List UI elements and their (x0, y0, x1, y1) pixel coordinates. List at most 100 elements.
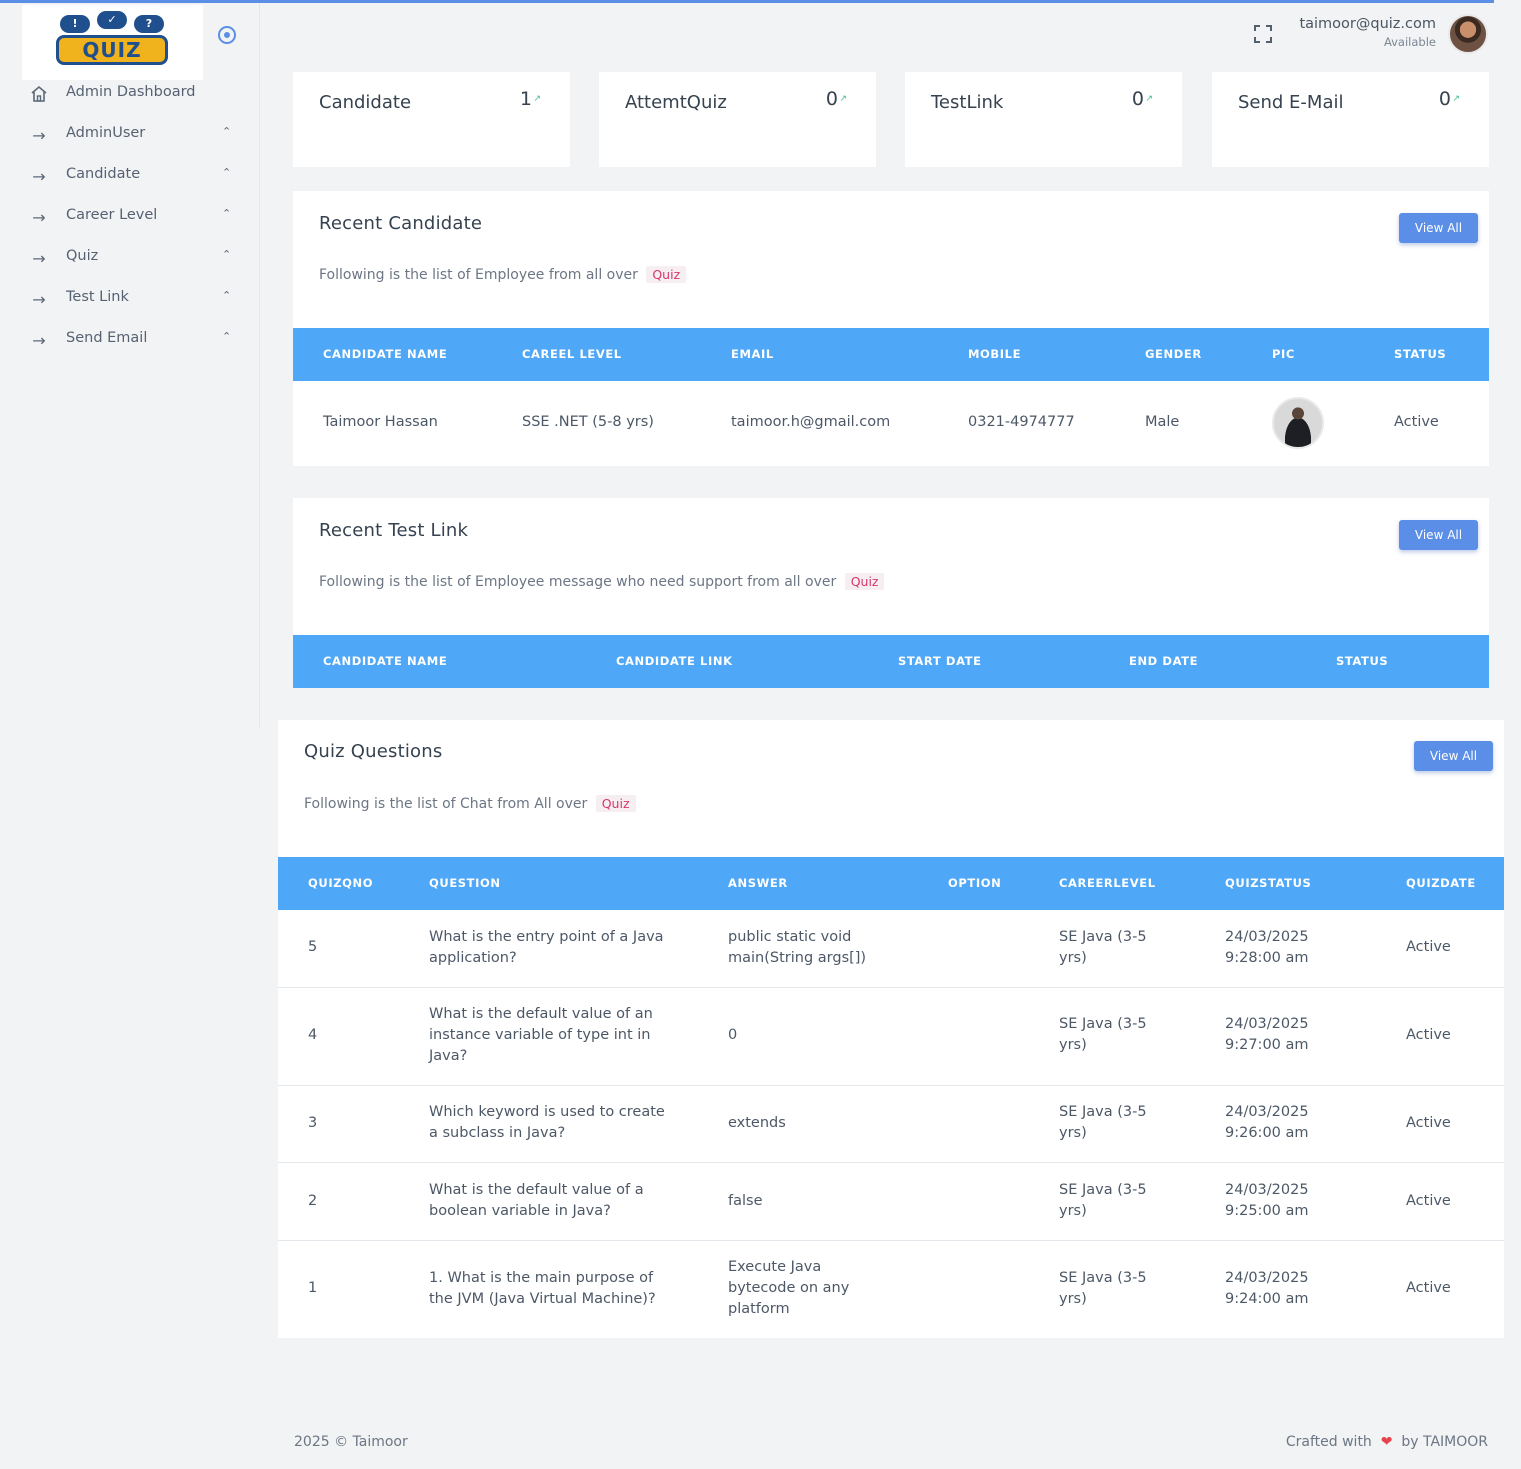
candidate-email: taimoor.h@gmail.com (731, 414, 891, 430)
chevron-up-icon: ⌃ (222, 248, 232, 261)
question-text: Which keyword is used to create a subclas… (429, 1104, 665, 1141)
column-header[interactable]: STATUS (1394, 347, 1446, 361)
sidebar-item-candidate[interactable]: → Candidate ⌃ (0, 161, 260, 202)
arrow-right-icon: → (32, 331, 46, 350)
column-header[interactable]: CANDIDATE LINK (616, 654, 733, 668)
quiz-date: 24/03/2025 9:28:00 am (1225, 929, 1309, 966)
sidebar: ! ✓ ? QUIZ Admin Dashboard → AdminUser ⌃… (0, 3, 260, 728)
sidebar-toggle-icon[interactable] (218, 26, 236, 44)
column-header[interactable]: CAREERLEVEL (1059, 876, 1156, 890)
column-header[interactable]: QUIZSTATUS (1225, 876, 1311, 890)
sidebar-item-label: Candidate (66, 166, 141, 182)
stat-title: AttemtQuiz (625, 92, 727, 113)
card-subtitle: Following is the list of Employee messag… (319, 573, 885, 590)
trend-up-icon: ↗ (533, 94, 541, 104)
logo-text: QUIZ (56, 35, 168, 65)
sidebar-item-label: Career Level (66, 207, 158, 223)
quiz-no: 5 (308, 939, 318, 955)
logo-bubble-question: ? (134, 15, 164, 33)
row-divider (278, 1085, 1504, 1086)
chevron-up-icon: ⌃ (222, 330, 232, 343)
answer-text: extends (728, 1115, 786, 1131)
career-level: SE Java (3-5 yrs) (1059, 1016, 1147, 1053)
chevron-up-icon: ⌃ (222, 166, 232, 179)
table-header: CANDIDATE NAME CANDIDATE LINK START DATE… (293, 635, 1489, 688)
sidebar-item-career-level[interactable]: → Career Level ⌃ (0, 202, 260, 243)
column-header[interactable]: ANSWER (728, 876, 788, 890)
home-icon (29, 85, 49, 105)
column-header[interactable]: MOBILE (968, 347, 1021, 361)
candidate-gender: Male (1145, 414, 1180, 430)
sidebar-item-admin-dashboard[interactable]: Admin Dashboard (0, 79, 260, 120)
view-all-button[interactable]: View All (1399, 213, 1478, 243)
column-header[interactable]: CAREEL LEVEL (522, 347, 622, 361)
column-header[interactable]: GENDER (1145, 347, 1202, 361)
quiz-status: Active (1406, 1027, 1451, 1043)
card-title: Quiz Questions (304, 741, 443, 762)
stat-card-send-email: Send E-Mail 0 ↗ (1212, 72, 1489, 167)
stat-card-testlink: TestLink 0 ↗ (905, 72, 1182, 167)
quiz-no: 1 (308, 1280, 318, 1296)
column-header[interactable]: CANDIDATE NAME (323, 654, 447, 668)
fullscreen-icon[interactable] (1254, 25, 1272, 43)
user-email[interactable]: taimoor@quiz.com (1299, 16, 1436, 32)
quiz-status: Active (1406, 1115, 1451, 1131)
recent-test-link-card: Recent Test Link View All Following is t… (293, 498, 1489, 688)
quiz-questions-card: Quiz Questions View All Following is the… (278, 720, 1504, 1338)
sidebar-item-quiz[interactable]: → Quiz ⌃ (0, 243, 260, 284)
view-all-button[interactable]: View All (1399, 520, 1478, 550)
chevron-up-icon: ⌃ (222, 125, 232, 138)
subtitle-text: Following is the list of Employee messag… (319, 574, 837, 590)
footer-credit: Crafted with ❤ by TAIMOOR (1286, 1434, 1488, 1450)
candidate-mobile: 0321-4974777 (968, 414, 1075, 430)
candidate-name: Taimoor Hassan (323, 414, 438, 430)
quiz-date: 24/03/2025 9:26:00 am (1225, 1104, 1309, 1141)
sidebar-item-adminuser[interactable]: → AdminUser ⌃ (0, 120, 260, 161)
answer-text: Execute Java bytecode on any platform (728, 1259, 850, 1317)
column-header[interactable]: QUESTION (429, 876, 501, 890)
sidebar-nav: Admin Dashboard → AdminUser ⌃ → Candidat… (0, 79, 260, 366)
user-status: Available (1383, 35, 1436, 49)
question-text: What is the default value of a boolean va… (429, 1182, 644, 1219)
arrow-right-icon: → (32, 167, 46, 186)
card-title: Recent Test Link (319, 520, 469, 541)
quiz-date: 24/03/2025 9:27:00 am (1225, 1016, 1309, 1053)
column-header[interactable]: START DATE (898, 654, 982, 668)
career-level: SE Java (3-5 yrs) (1059, 1182, 1147, 1219)
quiz-no: 4 (308, 1027, 318, 1043)
footer-copyright: 2025 © Taimoor (294, 1434, 408, 1450)
column-header[interactable]: EMAIL (731, 347, 774, 361)
quiz-status: Active (1406, 1280, 1451, 1296)
column-header[interactable]: CANDIDATE NAME (323, 347, 447, 361)
sidebar-item-send-email[interactable]: → Send Email ⌃ (0, 325, 260, 366)
arrow-right-icon: → (32, 208, 46, 227)
arrow-right-icon: → (32, 290, 46, 309)
sidebar-item-label: Quiz (66, 248, 99, 264)
question-text: What is the entry point of a Java applica… (429, 929, 664, 966)
stat-value: 0 (825, 88, 838, 110)
table-header: QUIZQNO QUESTION ANSWER OPTION CAREERLEV… (278, 857, 1504, 910)
stat-value: 1 (519, 88, 532, 110)
column-header[interactable]: PIC (1272, 347, 1295, 361)
candidate-status: Active (1394, 414, 1439, 430)
row-divider (278, 987, 1504, 988)
stat-value: 0 (1131, 88, 1144, 110)
column-header[interactable]: STATUS (1336, 654, 1388, 668)
user-avatar[interactable] (1448, 14, 1488, 54)
logo-container[interactable]: ! ✓ ? QUIZ (22, 5, 203, 80)
career-level: SE Java (3-5 yrs) (1059, 1104, 1147, 1141)
logo-bubble-exclaim: ! (60, 15, 90, 33)
subtitle-text: Following is the list of Employee from a… (319, 267, 638, 283)
heart-icon: ❤ (1376, 1434, 1397, 1450)
question-text: 1. What is the main purpose of the JVM (J… (429, 1270, 656, 1307)
quiz-tag: Quiz (844, 573, 885, 590)
stat-title: Send E-Mail (1238, 92, 1344, 113)
column-header[interactable]: QUIZQNO (308, 876, 373, 890)
column-header[interactable]: OPTION (948, 876, 1001, 890)
question-text: What is the default value of an instance … (429, 1006, 653, 1064)
view-all-button[interactable]: View All (1414, 741, 1493, 771)
sidebar-item-test-link[interactable]: → Test Link ⌃ (0, 284, 260, 325)
column-header[interactable]: END DATE (1129, 654, 1198, 668)
column-header[interactable]: QUIZDATE (1406, 876, 1476, 890)
sidebar-item-label: Send Email (66, 330, 148, 346)
